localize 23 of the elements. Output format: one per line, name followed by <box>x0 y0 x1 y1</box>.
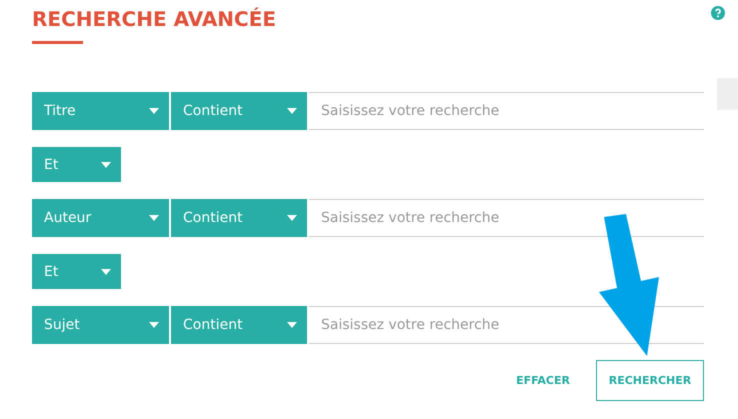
condition-dropdown[interactable]: Contient <box>171 92 307 130</box>
field-dropdown[interactable]: Titre <box>32 92 169 130</box>
field-dropdown[interactable]: Auteur <box>32 199 169 237</box>
caret-icon <box>101 268 111 274</box>
caret-icon <box>101 162 111 168</box>
caret-icon <box>149 108 159 114</box>
caret-icon <box>287 215 297 221</box>
condition-dropdown[interactable]: Contient <box>171 199 307 237</box>
title-underline <box>32 41 83 44</box>
field-dropdown[interactable]: Sujet <box>32 306 169 344</box>
operator-dropdown[interactable]: Et <box>32 254 121 289</box>
search-input[interactable]: Saisissez votre recherche <box>309 306 704 344</box>
condition-dropdown[interactable]: Contient <box>171 306 307 344</box>
search-input[interactable]: Saisissez votre recherche <box>309 92 704 130</box>
operator-dropdown[interactable]: Et <box>32 147 121 182</box>
page-title: RECHERCHE AVANCÉE <box>32 6 276 32</box>
search-button[interactable]: RECHERCHER <box>596 360 704 401</box>
caret-icon <box>287 322 297 328</box>
search-input[interactable]: Saisissez votre recherche <box>309 199 704 237</box>
help-icon[interactable] <box>711 6 725 20</box>
caret-icon <box>287 108 297 114</box>
caret-icon <box>149 322 159 328</box>
caret-icon <box>149 215 159 221</box>
